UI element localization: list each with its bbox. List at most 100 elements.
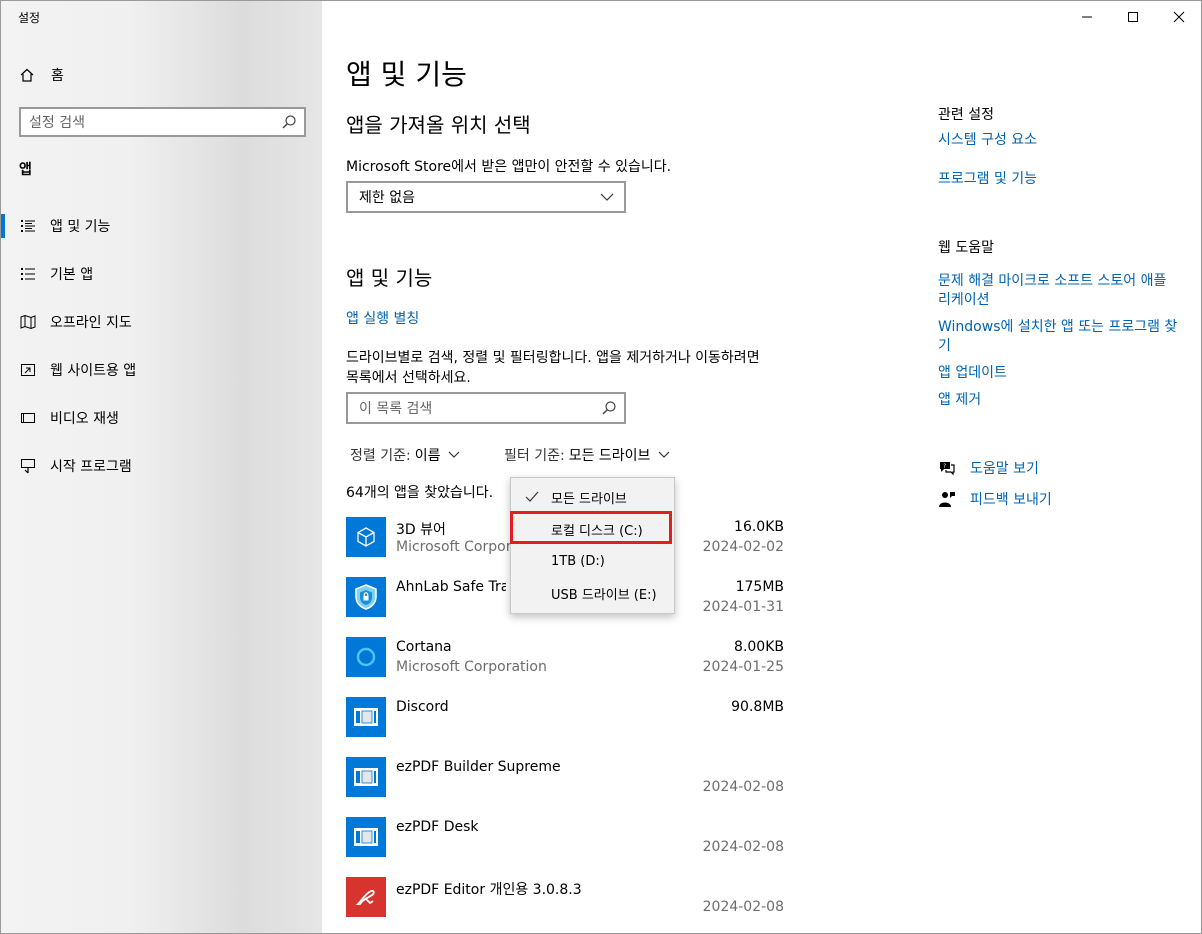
- sort-value: 이름: [414, 448, 441, 464]
- send-feedback-link[interactable]: 피드백 보내기: [938, 489, 1052, 509]
- search-icon[interactable]: [601, 400, 617, 416]
- app-list-item[interactable]: ezPDF Editor 개인용 3.0.8.3 2024-02-08: [346, 877, 786, 934]
- help-link-uninstall-apps[interactable]: 앱 제거: [938, 391, 981, 410]
- app-install-date: 2024-02-08: [702, 899, 784, 915]
- filter-option-label: 1TB (D:): [551, 553, 605, 569]
- sidebar-section-apps: 앱: [19, 162, 32, 178]
- app-size: 175MB: [735, 579, 784, 595]
- minimize-button[interactable]: [1064, 1, 1110, 33]
- apps-heading: 앱 및 기능: [346, 266, 433, 290]
- maximize-icon: [1128, 12, 1138, 22]
- generic-app-icon: [346, 817, 386, 857]
- sidebar-item-label: 웹 사이트용 앱: [50, 363, 137, 379]
- apps-features-icon: [19, 218, 37, 234]
- home-button[interactable]: 홈: [19, 64, 64, 86]
- filter-option-all-drives[interactable]: 모든 드라이브: [511, 481, 674, 513]
- app-list-search-input[interactable]: 이 목록 검색: [346, 392, 626, 424]
- app-list-item[interactable]: ezPDF Desk 2024-02-08: [346, 817, 786, 877]
- feedback-person-icon: [939, 492, 955, 507]
- default-apps-icon: [19, 266, 37, 282]
- settings-search-placeholder: 설정 검색: [29, 115, 85, 131]
- app-list-item[interactable]: ezPDF Builder Supreme 2024-02-08: [346, 757, 786, 817]
- app-size: 8.00KB: [734, 639, 784, 655]
- apps-found-count: 64개의 앱을 찾았습니다.: [346, 485, 494, 501]
- source-heading: 앱을 가져올 위치 선택: [346, 113, 531, 137]
- sidebar-item-video-playback[interactable]: 비디오 재생: [1, 398, 322, 438]
- search-description-line2: 목록에서 선택하세요.: [346, 370, 471, 386]
- filter-option-label: USB 드라이브 (E:): [551, 587, 657, 603]
- related-settings-heading: 관련 설정: [938, 107, 994, 123]
- filter-option-1tb-d[interactable]: 1TB (D:): [511, 545, 674, 577]
- 3d-viewer-icon: [346, 517, 386, 557]
- offline-maps-icon: [19, 314, 37, 330]
- home-label: 홈: [51, 68, 64, 84]
- app-name: ezPDF Desk: [396, 819, 479, 835]
- search-description-line1: 드라이브별로 검색, 정렬 및 필터링합니다. 앱을 제거하거나 이동하려면: [346, 350, 760, 366]
- sidebar-item-label: 시작 프로그램: [50, 459, 132, 475]
- cortana-icon: [346, 637, 386, 677]
- app-source-value: 제한 없음: [359, 190, 415, 206]
- app-name: Cortana: [396, 639, 452, 655]
- help-link-update-apps[interactable]: 앱 업데이트: [938, 364, 1007, 383]
- startup-icon: [19, 458, 37, 474]
- app-execution-aliases-link[interactable]: 앱 실행 별칭: [346, 308, 419, 328]
- apps-for-websites-icon: [19, 362, 37, 378]
- web-help-heading: 웹 도움말: [938, 240, 994, 256]
- sort-by-dropdown[interactable]: 정렬 기준: 이름: [350, 445, 460, 465]
- generic-app-icon: [346, 697, 386, 737]
- chevron-down-icon: [449, 451, 460, 458]
- app-name: ezPDF Builder Supreme: [396, 759, 561, 775]
- search-icon[interactable]: [281, 114, 297, 130]
- video-playback-icon: [19, 410, 37, 426]
- filter-dropdown-menu: 모든 드라이브 로컬 디스크 (C:) 1TB (D:) USB 드라이브 (E…: [510, 477, 675, 614]
- app-name: Discord: [396, 699, 449, 715]
- chevron-down-icon: [658, 451, 670, 458]
- send-feedback-label: 피드백 보내기: [970, 492, 1052, 508]
- filter-by-dropdown[interactable]: 필터 기준: 모든 드라이브: [504, 445, 670, 465]
- app-name: AhnLab Safe Transaction: [396, 579, 506, 595]
- system-components-link[interactable]: 시스템 구성 요소: [938, 131, 1037, 150]
- app-install-date: 2024-01-25: [702, 659, 784, 675]
- source-description: Microsoft Store에서 받은 앱만이 안전할 수 있습니다.: [346, 159, 672, 175]
- filter-value: 모든 드라이브: [568, 448, 651, 464]
- sidebar-item-default-apps[interactable]: 기본 앱: [1, 254, 322, 294]
- generic-app-icon: [346, 757, 386, 797]
- page-title: 앱 및 기능: [346, 58, 467, 91]
- get-help-link[interactable]: ? 도움말 보기: [938, 458, 1039, 478]
- app-list-search-placeholder: 이 목록 검색: [359, 401, 433, 417]
- app-publisher: Microsoft Corporation: [396, 659, 547, 675]
- ahnlab-shield-icon: [346, 577, 386, 617]
- app-name: ezPDF Editor 개인용 3.0.8.3: [396, 882, 582, 898]
- app-source-select[interactable]: 제한 없음: [346, 181, 626, 213]
- close-button[interactable]: [1156, 1, 1202, 33]
- app-install-date: 2024-02-02: [702, 539, 784, 555]
- window-title: 설정: [18, 11, 41, 25]
- get-help-label: 도움말 보기: [970, 461, 1039, 477]
- chevron-down-icon: [600, 193, 614, 201]
- help-chat-icon: ?: [940, 462, 955, 476]
- app-install-date: 2024-02-08: [702, 839, 784, 855]
- sort-label: 정렬 기준:: [350, 448, 411, 464]
- app-list-item[interactable]: Discord 90.8MB: [346, 697, 786, 757]
- help-link-troubleshoot-store-apps[interactable]: 문제 해결 마이크로 소프트 스토어 애플 리케이션: [938, 272, 1178, 310]
- maximize-button[interactable]: [1110, 1, 1156, 33]
- close-icon: [1173, 11, 1185, 23]
- settings-search-input[interactable]: 설정 검색: [19, 107, 306, 137]
- filter-option-label: 모든 드라이브: [551, 491, 627, 507]
- checkmark-icon: [525, 491, 539, 502]
- highlight-box: [510, 511, 672, 544]
- filter-option-usb-e[interactable]: USB 드라이브 (E:): [511, 577, 674, 609]
- sidebar-item-offline-maps[interactable]: 오프라인 지도: [1, 302, 322, 342]
- sidebar-item-apps-for-websites[interactable]: 웹 사이트용 앱: [1, 350, 322, 390]
- app-list-item[interactable]: Cortana Microsoft Corporation 8.00KB 202…: [346, 637, 786, 697]
- programs-and-features-link[interactable]: 프로그램 및 기능: [938, 170, 1037, 189]
- help-link-find-installed-apps[interactable]: Windows에 설치한 앱 또는 프로그램 찾기: [938, 318, 1178, 356]
- home-icon: [20, 68, 34, 82]
- sidebar-item-startup[interactable]: 시작 프로그램: [1, 446, 322, 486]
- app-name: 3D 뷰어: [396, 522, 446, 538]
- sidebar-item-label: 비디오 재생: [50, 411, 119, 427]
- sidebar-item-label: 기본 앱: [50, 267, 94, 283]
- app-size: 16.0KB: [734, 519, 784, 535]
- sidebar-item-apps-features[interactable]: 앱 및 기능: [1, 206, 322, 246]
- active-indicator: [1, 214, 5, 238]
